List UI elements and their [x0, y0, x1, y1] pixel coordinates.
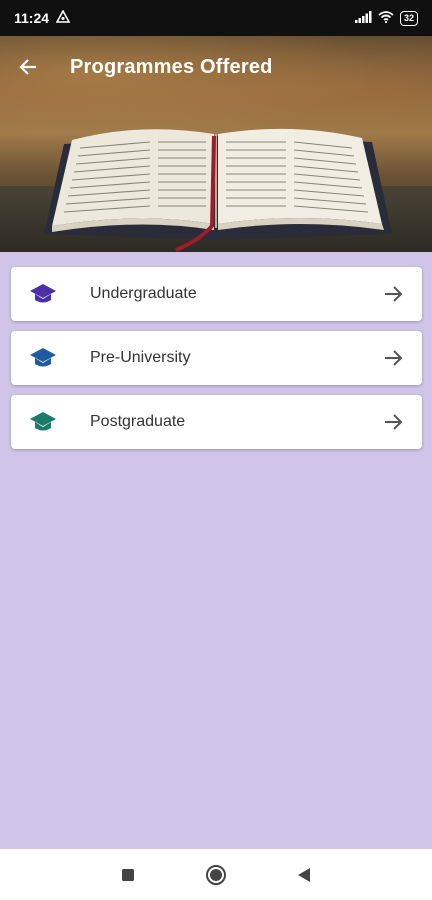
programme-list: Undergraduate Pre-University Postgraduat… — [11, 267, 422, 459]
triangle-back-icon — [298, 867, 310, 882]
arrow-right-icon — [366, 349, 422, 367]
app-bar: Programmes Offered — [0, 36, 432, 98]
home-button[interactable] — [205, 864, 227, 886]
graduation-cap-icon — [11, 283, 75, 305]
back-button[interactable] — [0, 39, 56, 95]
circle-icon — [206, 864, 226, 885]
arrow-right-icon — [366, 413, 422, 431]
programme-item-postgraduate[interactable]: Postgraduate — [11, 395, 422, 449]
wifi-icon — [378, 10, 394, 26]
graduation-cap-icon — [11, 411, 75, 433]
graduation-cap-icon — [11, 347, 75, 369]
arrow-left-icon — [19, 59, 36, 75]
system-nav-bar — [0, 849, 432, 900]
recents-button[interactable] — [121, 868, 135, 882]
programme-item-pre-university[interactable]: Pre-University — [11, 331, 422, 385]
programme-label: Postgraduate — [90, 413, 186, 430]
alert-icon — [55, 9, 71, 26]
back-nav-button[interactable] — [297, 867, 311, 883]
square-icon — [122, 868, 134, 881]
battery-icon: 32 — [399, 10, 418, 26]
status-bar: 11:24 32 — [0, 0, 432, 36]
status-time: 11:24 — [14, 10, 50, 26]
programme-label: Pre-University — [90, 349, 191, 366]
programme-item-undergraduate[interactable]: Undergraduate — [11, 267, 422, 321]
programme-label: Undergraduate — [90, 285, 197, 302]
arrow-right-icon — [366, 285, 422, 303]
page-title: Programmes Offered — [70, 55, 273, 78]
signal-icon — [354, 10, 372, 26]
